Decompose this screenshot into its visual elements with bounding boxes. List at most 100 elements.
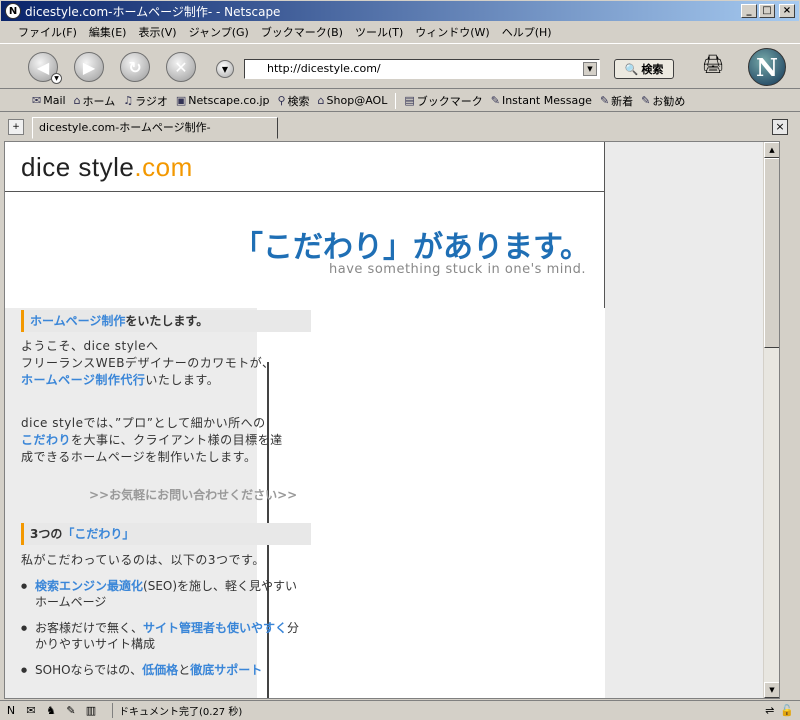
minimize-button[interactable]: _ — [741, 4, 757, 18]
menu-window[interactable]: ウィンドウ(W) — [415, 24, 489, 40]
menu-view[interactable]: 表示(V) — [138, 24, 176, 40]
menu-bookmarks[interactable]: ブックマーク(B) — [261, 24, 343, 40]
window-title: dicestyle.com-ホームページ制作- - Netscape — [25, 4, 281, 19]
list-item: お客様だけで無く、サイト管理者も使いやすく分かりやすいサイト構成 — [21, 620, 306, 652]
title-bar: N dicestyle.com-ホームページ制作- - Netscape _ □… — [0, 0, 800, 22]
search-button-label: 検索 — [641, 63, 664, 76]
status-text: ドキュメント完了(0.27 秒) — [112, 703, 242, 718]
catchphrase-english: have something stuck in one's mind. — [329, 262, 586, 277]
para2-line-1: dice styleでは、”プロ”として細かい所への — [21, 416, 266, 430]
bookmark-bookmarks[interactable]: ▤ ブックマーク — [404, 93, 482, 109]
close-tab-icon[interactable]: × — [772, 119, 788, 135]
url-text: http://dicestyle.com/ — [267, 62, 381, 75]
points-list: 検索エンジン最適化(SEO)を施し、軽く見やすいホームページ お客様だけで無く、… — [21, 578, 321, 688]
headphones-icon: ♫ — [123, 94, 134, 107]
section-heading-three-points: 3つの「こだわり」 — [21, 523, 311, 545]
bookmark-icon: ✎ — [641, 94, 651, 107]
site-header: dice style.com — [5, 142, 605, 192]
home-icon: ⌂ — [73, 94, 81, 107]
bookmark-mail[interactable]: ✉ Mail — [32, 94, 66, 107]
go-icon[interactable]: ▼ — [216, 60, 234, 78]
scroll-thumb[interactable] — [764, 158, 779, 348]
mail-icon: ✉ — [32, 94, 42, 107]
new-tab-icon[interactable]: + — [8, 119, 24, 135]
im-icon[interactable]: ♞ — [42, 703, 60, 719]
netscape-logo[interactable]: N — [748, 48, 786, 86]
link-seo[interactable]: 検索エンジン最適化 — [35, 579, 143, 593]
heading-link-kodawari[interactable]: 「こだわり」 — [62, 527, 134, 541]
reload-button[interactable]: ↻ — [120, 52, 150, 82]
para2-line-2: こだわりを大事に、クライアント様の目標を達 — [21, 433, 283, 447]
site-logo[interactable]: dice style.com — [21, 152, 193, 183]
menu-file[interactable]: ファイル(F) — [18, 24, 77, 40]
my-netscape-icon: ▣ — [175, 94, 187, 107]
connection-icon: ⇌ — [765, 704, 775, 717]
menu-go[interactable]: ジャンプ(G) — [189, 24, 249, 40]
personal-toolbar: ✉ Mail ⌂ ホーム ♫ ラジオ ▣ Netscape.co.jp ⚲ 検索 ⌂ Sho… — [0, 90, 800, 112]
menu-help[interactable]: ヘルプ(H) — [502, 24, 552, 40]
content-viewport: dice style.com 「こだわり」があります。 have somethi… — [4, 141, 780, 699]
toolbar-separator — [395, 92, 397, 109]
menu-tools[interactable]: ツール(T) — [355, 24, 403, 40]
menu-bar: ファイル(F) 編集(E) 表示(V) ジャンプ(G) ブックマーク(B) ツー… — [0, 22, 800, 42]
list-item: SOHOならではの、低価格と徹底サポート — [21, 662, 321, 678]
contact-link[interactable]: >>お気軽にお問い合わせください>> — [89, 486, 297, 503]
close-button[interactable]: × — [779, 4, 795, 18]
back-history-dropdown-icon[interactable]: ▼ — [51, 73, 62, 84]
heading-link-homepage[interactable]: ホームページ制作 — [30, 314, 125, 328]
hero-area: 「こだわり」があります。 have something stuck in one… — [5, 192, 605, 308]
scroll-up-button[interactable]: ▲ — [764, 142, 779, 158]
link-kodawari[interactable]: こだわり — [21, 433, 71, 447]
address-book-icon[interactable]: ▥ — [82, 703, 100, 719]
link-homepage-service[interactable]: ホームページ制作代行 — [21, 373, 145, 387]
shop-icon: ⌂ — [317, 94, 325, 107]
search-button[interactable]: 🔍 検索 — [614, 59, 674, 79]
scroll-down-button[interactable]: ▼ — [764, 682, 779, 698]
section-heading-homepage: ホームページ制作をいたします。 — [21, 310, 311, 332]
bookmark-home[interactable]: ⌂ ホーム — [74, 93, 116, 109]
bookmark-instant-message[interactable]: ✎ Instant Message — [491, 94, 592, 107]
back-button[interactable]: ◀ ▼ — [28, 52, 62, 84]
bookmark-recommend[interactable]: ✎ お勧め — [641, 93, 685, 109]
link-easy-admin[interactable]: サイト管理者も使いやすく — [143, 621, 287, 635]
menu-edit[interactable]: 編集(E) — [89, 24, 127, 40]
bookmark-shop-aol[interactable]: ⌂ Shop@AOL — [318, 94, 388, 107]
intro-line-2: フリーランスWEBデザイナーのカワモトが、 — [21, 356, 275, 370]
bookmark-netscape[interactable]: ▣ Netscape.co.jp — [176, 94, 270, 107]
back-icon: ◀ — [36, 57, 50, 77]
bookmark-icon: ✎ — [490, 94, 500, 107]
netscape-status-icon[interactable]: N — [2, 703, 20, 719]
link-full-support[interactable]: 徹底サポート — [190, 663, 262, 677]
composer-icon[interactable]: ✎ — [62, 703, 80, 719]
stop-icon: ✕ — [174, 57, 188, 77]
mail-icon[interactable]: ✉ — [22, 703, 40, 719]
maximize-button[interactable]: □ — [759, 4, 775, 18]
para2-line-3: 成できるホームページを制作いたします。 — [21, 450, 257, 464]
stop-button[interactable]: ✕ — [166, 52, 196, 82]
security-lock-icon: 🔓 — [780, 704, 794, 717]
netscape-app-icon: N — [5, 3, 21, 19]
window-controls: _ □ × — [741, 4, 795, 18]
print-icon[interactable]: 🖨 — [700, 54, 726, 76]
url-input[interactable]: http://dicestyle.com/ ▼ — [244, 59, 600, 79]
tab-bar: + dicestyle.com-ホームページ制作- × — [0, 113, 800, 141]
web-page: dice style.com 「こだわり」があります。 have somethi… — [5, 142, 605, 698]
link-low-price[interactable]: 低価格 — [142, 663, 178, 677]
url-area: ▼ http://dicestyle.com/ ▼ — [216, 58, 606, 80]
bookmark-new[interactable]: ✎ 新着 — [600, 93, 633, 109]
catchphrase: 「こだわり」があります。 — [233, 230, 590, 265]
folder-icon: ▤ — [404, 94, 415, 107]
search-icon: ⚲ — [277, 94, 286, 107]
status-indicators: ⇌ 🔓 — [765, 704, 794, 717]
vertical-scrollbar[interactable]: ▲ ▼ — [763, 142, 779, 698]
tab-dicestyle[interactable]: dicestyle.com-ホームページ制作- — [32, 117, 278, 139]
status-bar: N ✉ ♞ ✎ ▥ ドキュメント完了(0.27 秒) ⇌ 🔓 — [0, 700, 800, 720]
tab-label: dicestyle.com-ホームページ制作- — [39, 121, 211, 134]
bookmark-search[interactable]: ⚲ 検索 — [277, 93, 309, 109]
reload-icon: ↻ — [128, 57, 142, 77]
forward-button[interactable]: ▶ — [74, 52, 104, 82]
bookmark-radio[interactable]: ♫ ラジオ — [123, 93, 168, 109]
url-dropdown-icon[interactable]: ▼ — [583, 62, 597, 76]
navigation-toolbar: ◀ ▼ ▶ ↻ ✕ ▼ http://dicestyle.com/ ▼ 🔍 検索… — [0, 43, 800, 89]
intro-line-3: ホームページ制作代行いたします。 — [21, 373, 220, 387]
